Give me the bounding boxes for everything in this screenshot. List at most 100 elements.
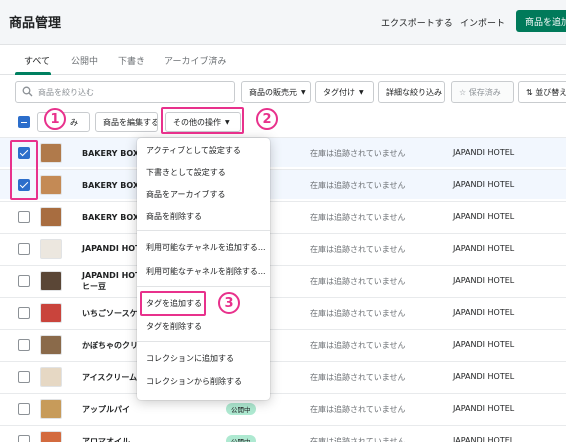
product-vendor: JAPANDI HOTEL [453, 372, 515, 381]
step-number-badge: 1 [44, 108, 66, 130]
caret-down-icon: ▼ [225, 119, 230, 126]
product-thumbnail [40, 271, 62, 291]
product-vendor: JAPANDI HOTEL [453, 212, 515, 221]
menu-item-archive[interactable]: 商品をアーカイブする [146, 189, 226, 200]
table-row[interactable]: JAPANDI HOTEL 在庫は追跡されていません JAPANDI HOTEL [0, 233, 566, 263]
menu-divider [137, 341, 270, 342]
star-icon: ☆ [459, 88, 469, 97]
inventory-status: 在庫は追跡されていません [310, 309, 406, 318]
step-number-badge: 3 [218, 292, 240, 314]
menu-divider [137, 286, 270, 287]
product-vendor: JAPANDI HOTEL [453, 404, 515, 413]
saved-button[interactable]: ☆ 保存済み [451, 81, 514, 103]
tab-archived[interactable]: アーカイブ済み [164, 54, 226, 67]
product-vendor: JAPANDI HOTEL [453, 308, 515, 317]
table-row[interactable]: BAKERY BOX タ在庫は追跡されていません JAPANDI HOTEL [0, 201, 566, 231]
menu-item-delete[interactable]: 商品を削除する [146, 211, 202, 222]
select-all-checkbox[interactable] [18, 116, 30, 128]
table-row[interactable]: アイスクリーム 在庫は追跡されていません JAPANDI HOTEL [0, 361, 566, 391]
inventory-status: 在庫は追跡されていません [310, 405, 406, 414]
sort-icon: ⇅ [526, 88, 536, 97]
active-tab-indicator [15, 72, 51, 75]
product-thumbnail [40, 239, 62, 259]
step-number-badge: 2 [256, 108, 278, 130]
product-name[interactable]: アロマオイル [82, 436, 130, 442]
product-thumbnail [40, 367, 62, 387]
export-button[interactable]: エクスポートする [381, 16, 453, 29]
menu-item-remove-tags[interactable]: タグを削除する [146, 321, 202, 332]
product-thumbnail [40, 399, 62, 419]
edit-products-button[interactable]: 商品を編集する [95, 112, 158, 132]
product-thumbnail [40, 303, 62, 323]
menu-item-set-draft[interactable]: 下書きとして設定する [146, 167, 226, 178]
product-vendor: JAPANDI HOTEL [453, 244, 515, 253]
product-name[interactable]: かぼちゃのクリ [82, 340, 138, 351]
product-thumbnail [40, 431, 62, 442]
sales-channel-filter[interactable]: 商品の販売元 ▼ [241, 81, 311, 103]
tagged-label: タグ付け [323, 88, 355, 97]
inventory-status: 在庫は追跡されていません [310, 213, 406, 222]
table-row[interactable]: JAPANDI HOTEL ヒー豆 在庫は追跡されていません JAPANDI HOTE… [0, 265, 566, 295]
import-button[interactable]: インポート [460, 16, 505, 29]
product-thumbnail [40, 143, 62, 163]
row-checkbox[interactable] [18, 435, 30, 442]
product-thumbnail [40, 207, 62, 227]
row-checkbox[interactable] [18, 179, 30, 191]
table-row[interactable]: アップルパイ 公開中 在庫は追跡されていません JAPANDI HOTEL [0, 393, 566, 423]
menu-divider [137, 230, 270, 231]
row-checkbox[interactable] [18, 403, 30, 415]
table-row[interactable]: かぼちゃのクリ 在庫は追跡されていません JAPANDI HOTEL [0, 329, 566, 359]
more-filters-button[interactable]: 詳細な絞り込み [378, 81, 445, 103]
table-row[interactable]: いちごソースケ 在庫は追跡されていません JAPANDI HOTEL [0, 297, 566, 327]
product-vendor: JAPANDI HOTEL [453, 340, 515, 349]
product-name-text: アロマオイル [82, 437, 130, 442]
product-name-text: かぼちゃのクリ [82, 341, 138, 350]
row-checkbox[interactable] [18, 243, 30, 255]
product-vendor: JAPANDI HOTEL [453, 436, 515, 442]
tab-draft[interactable]: 下書き [118, 54, 145, 67]
add-product-button[interactable]: 商品を追加 [516, 10, 566, 32]
row-checkbox[interactable] [18, 147, 30, 159]
row-checkbox[interactable] [18, 339, 30, 351]
menu-item-add-channel[interactable]: 利用可能なチャネルを追加する... [146, 242, 266, 253]
sort-button[interactable]: ⇅ 並び替え [518, 81, 566, 103]
more-actions-label: その他の操作 [173, 118, 221, 127]
row-checkbox[interactable] [18, 211, 30, 223]
inventory-status: 在庫は追跡されていません [310, 437, 406, 442]
table-row[interactable]: BAKERY BOX タ在庫は追跡されていません JAPANDI HOTEL [0, 169, 566, 199]
product-name[interactable]: アイスクリーム [82, 372, 137, 383]
more-actions-button[interactable]: その他の操作 ▼ [165, 112, 241, 132]
page-header: 商品管理 エクスポートする インポート 商品を追加 [0, 0, 566, 44]
product-thumbnail [40, 335, 62, 355]
caret-down-icon: ▼ [359, 89, 364, 96]
menu-item-add-collection[interactable]: コレクションに追加する [146, 353, 234, 364]
inventory-status: 在庫は追跡されていません [310, 181, 406, 190]
product-vendor: JAPANDI HOTEL [453, 180, 515, 189]
saved-label: 保存済み [468, 88, 501, 97]
tab-active[interactable]: 公開中 [71, 54, 98, 67]
search-field[interactable] [15, 81, 235, 103]
row-checkbox[interactable] [18, 307, 30, 319]
product-thumbnail [40, 175, 62, 195]
product-name[interactable]: アップルパイ [82, 404, 130, 415]
row-checkbox[interactable] [18, 371, 30, 383]
product-name[interactable]: いちごソースケ [82, 308, 138, 319]
tab-bar: すべて 公開中 下書き アーカイブ済み [0, 45, 566, 75]
product-name-text: アイスクリーム [82, 373, 138, 382]
inventory-status: 在庫は追跡されていません [310, 277, 406, 286]
sort-label: 並び替え [535, 88, 566, 97]
products-card: すべて 公開中 下書き アーカイブ済み 商品の販売元 ▼ タグ付け ▼ 詳細な絞り込… [0, 44, 566, 442]
menu-item-add-tags[interactable]: タグを追加する [146, 298, 202, 309]
table-row[interactable]: BAKERY BOX タ在庫は追跡されていません JAPANDI HOTEL [0, 137, 566, 167]
bulk-actions-bar: み 商品を編集する その他の操作 ▼ [0, 107, 566, 137]
menu-item-remove-collection[interactable]: コレクションから削除する [146, 376, 242, 387]
menu-item-remove-channel[interactable]: 利用可能なチャネルを削除する... [146, 266, 266, 277]
product-name-text: ヒー豆 [82, 282, 106, 291]
tagged-filter[interactable]: タグ付け ▼ [315, 81, 374, 103]
menu-item-set-active[interactable]: アクティブとして設定する [146, 145, 241, 156]
table-row[interactable]: アロマオイル 公開中 在庫は追跡されていません JAPANDI HOTEL [0, 425, 566, 442]
product-vendor: JAPANDI HOTEL [453, 276, 515, 285]
search-input[interactable] [38, 85, 228, 100]
row-checkbox[interactable] [18, 275, 30, 287]
tab-all[interactable]: すべて [24, 54, 50, 67]
